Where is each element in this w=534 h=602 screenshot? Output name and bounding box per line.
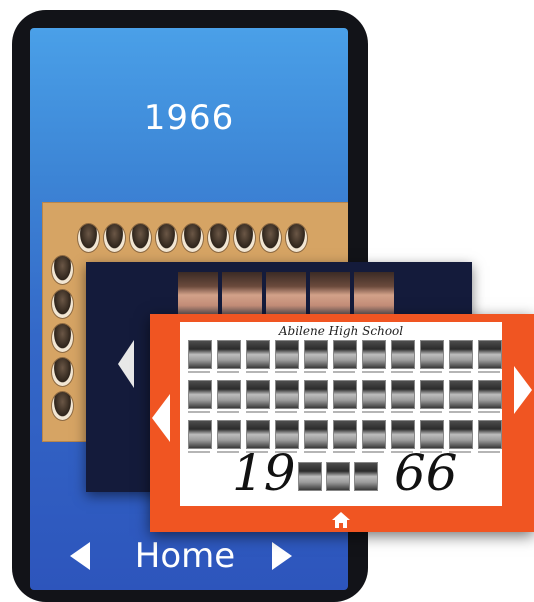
student-photo: [275, 380, 299, 409]
student-name: [449, 411, 471, 413]
student-name: [217, 411, 239, 413]
year-title: 1966: [143, 98, 235, 138]
arrow-right-icon[interactable]: [514, 366, 532, 414]
student-name: [449, 371, 471, 373]
portrait-oval: [51, 255, 74, 285]
student-photo: [449, 380, 473, 409]
school-title: Abilene High School: [278, 324, 404, 338]
student-photo: [217, 340, 241, 369]
student-photo: [362, 340, 386, 369]
portrait-oval: [51, 323, 74, 353]
student-name: [246, 371, 268, 373]
student-name: [304, 411, 326, 413]
student-photo: [391, 380, 415, 409]
portrait-oval: [51, 357, 74, 387]
yearbook-page: Abilene High School 19 66: [180, 322, 502, 506]
arrow-left-icon[interactable]: [70, 542, 90, 570]
student-photo: [304, 380, 328, 409]
student-photo: [217, 380, 241, 409]
yearbook-viewer-panel: Abilene High School 19 66: [150, 314, 534, 532]
student-photo: [222, 272, 262, 320]
student-photo: [449, 340, 473, 369]
portrait-oval: [51, 289, 74, 319]
portrait-oval: [285, 223, 308, 253]
student-photo: [391, 340, 415, 369]
student-name: [217, 371, 239, 373]
student-photo: [298, 462, 322, 491]
student-photo: [362, 420, 386, 449]
student-photo: [354, 272, 394, 320]
portrait-oval: [181, 223, 204, 253]
student-photo: [188, 420, 212, 449]
student-name: [188, 411, 210, 413]
year-left: 19: [232, 444, 296, 502]
student-photo: [326, 462, 350, 491]
portrait-oval: [233, 223, 256, 253]
student-photo: [275, 340, 299, 369]
home-icon[interactable]: [331, 510, 351, 530]
student-name: [478, 371, 500, 373]
portrait-oval: [259, 223, 282, 253]
portrait-oval: [103, 223, 126, 253]
student-photo: [246, 340, 270, 369]
student-photo: [246, 380, 270, 409]
student-name: [188, 451, 210, 453]
student-name: [304, 371, 326, 373]
student-name: [333, 411, 355, 413]
arrow-right-icon[interactable]: [272, 542, 292, 570]
student-name: [362, 451, 384, 453]
student-name: [478, 411, 500, 413]
arrow-left-icon[interactable]: [152, 394, 170, 442]
student-name: [362, 371, 384, 373]
year-right: 66: [394, 444, 458, 502]
arrow-left-icon[interactable]: [118, 340, 134, 388]
student-name: [420, 411, 442, 413]
student-name: [420, 371, 442, 373]
portrait-oval: [155, 223, 178, 253]
student-photo: [188, 340, 212, 369]
student-name: [391, 371, 413, 373]
student-photo: [354, 462, 378, 491]
student-photo: [178, 272, 218, 320]
portrait-oval: [51, 391, 74, 421]
portrait-oval: [129, 223, 152, 253]
student-name: [391, 411, 413, 413]
student-name: [304, 451, 326, 453]
student-name: [333, 371, 355, 373]
student-photo: [333, 340, 357, 369]
portrait-oval: [207, 223, 230, 253]
student-photo: [478, 380, 502, 409]
student-photo: [333, 380, 357, 409]
portrait-oval: [77, 223, 100, 253]
student-name: [478, 451, 500, 453]
student-photo: [478, 420, 502, 449]
student-photo: [420, 380, 444, 409]
student-name: [188, 371, 210, 373]
student-photo: [333, 420, 357, 449]
student-photo: [310, 272, 350, 320]
student-photo: [266, 272, 306, 320]
student-photo: [362, 380, 386, 409]
student-photo: [188, 380, 212, 409]
student-name: [362, 411, 384, 413]
student-photo: [304, 420, 328, 449]
student-name: [333, 451, 355, 453]
home-button[interactable]: Home: [100, 536, 270, 576]
student-photo: [304, 340, 328, 369]
student-name: [246, 411, 268, 413]
home-nav-bar: Home: [30, 536, 348, 578]
student-photo: [478, 340, 502, 369]
student-photo: [420, 340, 444, 369]
student-name: [275, 371, 297, 373]
student-name: [275, 411, 297, 413]
